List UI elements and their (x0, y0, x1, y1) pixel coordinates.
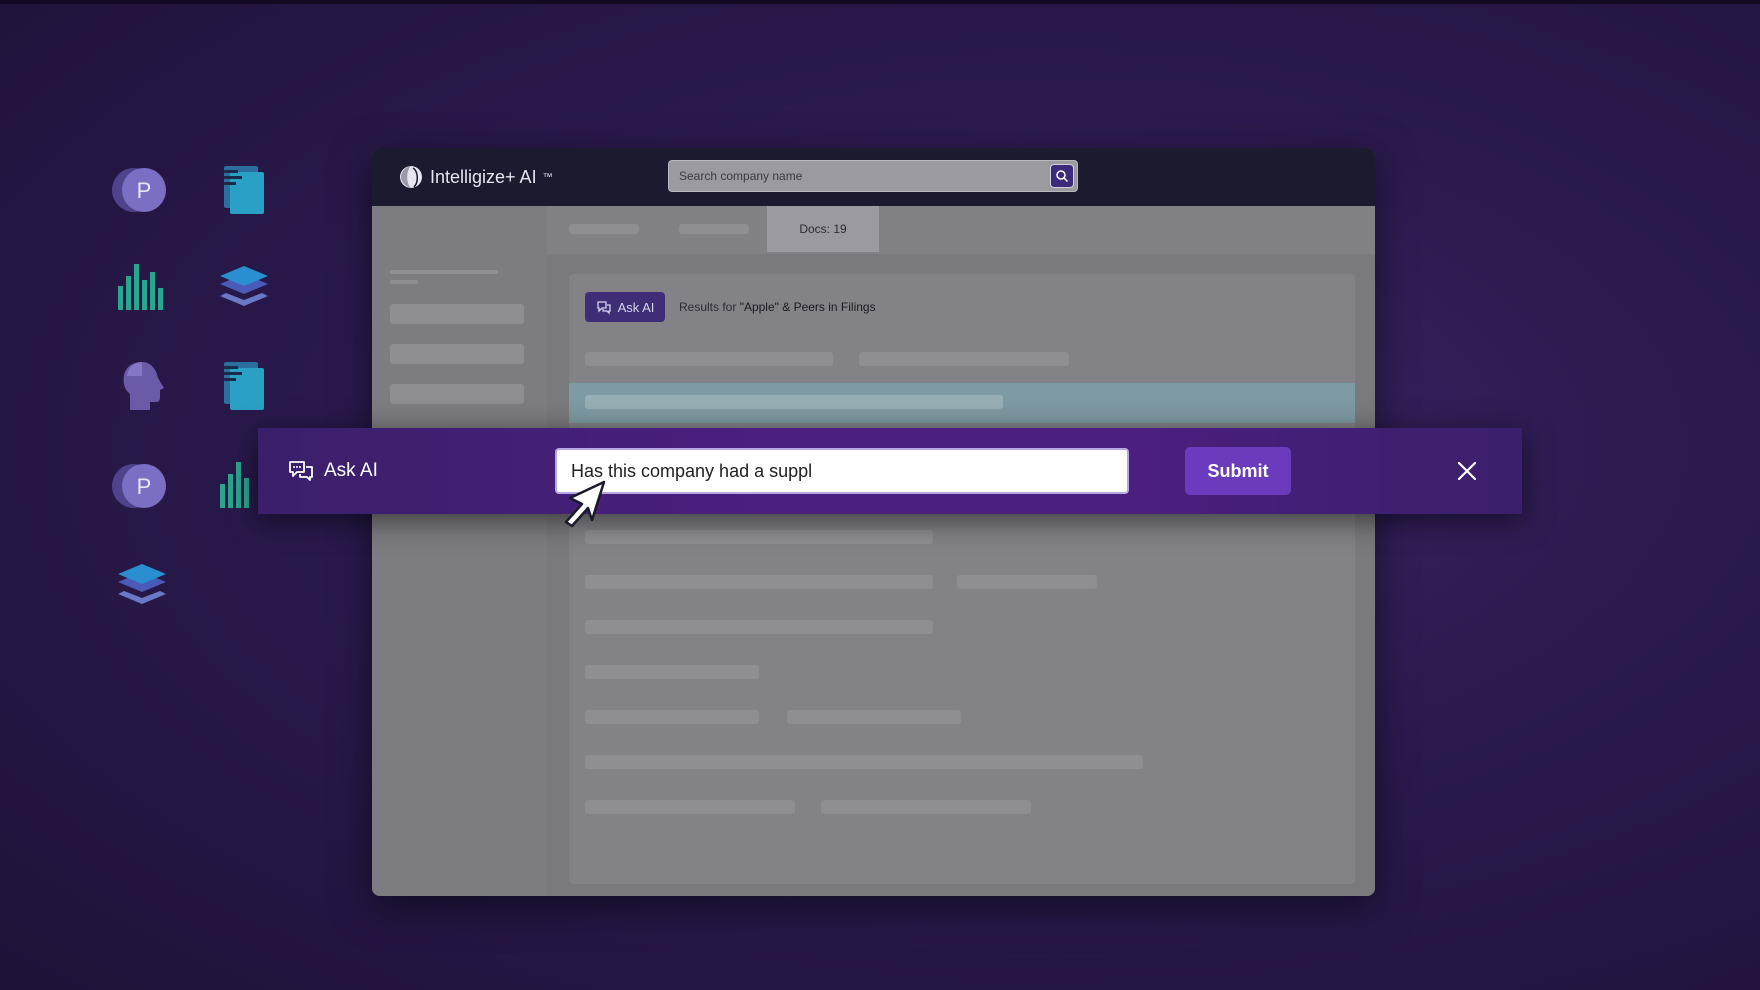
skeleton-line (585, 755, 1143, 769)
skeleton-item (390, 304, 524, 324)
skeleton-item (390, 344, 524, 364)
skeleton-line (585, 395, 1003, 409)
bar-chart-icon (112, 258, 172, 318)
results-heading: Results for "Apple" & Peers in Filings (679, 300, 876, 314)
p-circle-icon: P (110, 160, 170, 220)
main-content: Docs: 19 Ask AI Results for "Apple" & Pe… (547, 206, 1375, 896)
mouse-cursor-icon (560, 478, 610, 528)
search-input[interactable]: Search company name (679, 169, 802, 183)
brand[interactable]: Intelligize+ AI ™ (398, 164, 553, 190)
skeleton-line (585, 530, 933, 544)
skeleton-line (585, 620, 933, 634)
skeleton-line (585, 800, 795, 814)
highlighted-result-row[interactable] (569, 383, 1355, 423)
ask-ai-button[interactable]: Ask AI (585, 292, 665, 322)
document-icon-2 (214, 356, 274, 416)
search-icon (1056, 170, 1069, 183)
app-header: Intelligize+ AI ™ Search company name (372, 148, 1375, 206)
brand-logo-icon (400, 166, 422, 188)
p-circle-icon-2: P (110, 456, 170, 516)
tab-docs[interactable]: Docs: 19 (767, 206, 879, 252)
search-button[interactable] (1050, 164, 1074, 188)
results-card: Ask AI Results for "Apple" & Peers in Fi… (569, 274, 1355, 884)
head-profile-icon (112, 356, 172, 416)
ask-ai-question-input[interactable] (555, 448, 1129, 494)
layers-icon (214, 258, 274, 318)
ask-ai-bar: Ask AI Submit (258, 428, 1522, 514)
brand-trademark: ™ (542, 171, 553, 183)
sidebar (372, 206, 547, 896)
skeleton-tab (569, 224, 639, 234)
ask-ai-bar-title: Ask AI (288, 458, 378, 484)
tab-docs-label: Docs: 19 (799, 222, 847, 236)
chat-icon (596, 301, 611, 315)
skeleton-tab (679, 224, 749, 234)
document-icon (214, 160, 274, 220)
close-button[interactable] (1452, 456, 1482, 486)
skeleton-item (390, 384, 524, 404)
skeleton-line (390, 280, 418, 284)
app-window: Intelligize+ AI ™ Search company name Do… (372, 148, 1375, 896)
skeleton-line (957, 575, 1097, 589)
close-icon (1457, 461, 1477, 481)
top-edge (0, 0, 1760, 4)
layers-icon-2 (112, 556, 172, 616)
skeleton-line (585, 575, 933, 589)
company-search[interactable]: Search company name (668, 160, 1078, 192)
chat-icon (289, 461, 313, 481)
submit-button[interactable]: Submit (1185, 447, 1291, 495)
results-prefix: Results for (679, 300, 740, 314)
svg-text:P: P (137, 178, 152, 203)
skeleton-line (821, 800, 1031, 814)
skeleton-line (585, 665, 759, 679)
results-suffix: & Peers in Filings (778, 300, 876, 314)
results-query: "Apple" (739, 300, 779, 314)
svg-text:P: P (137, 474, 152, 499)
skeleton-line (585, 710, 759, 724)
skeleton-line (859, 352, 1069, 366)
ask-ai-bar-label: Ask AI (324, 460, 378, 481)
skeleton-line (585, 352, 833, 366)
skeleton-line (787, 710, 961, 724)
tab-bar: Docs: 19 (547, 206, 1375, 254)
brand-name: Intelligize+ AI (430, 166, 537, 187)
skeleton-line (390, 270, 498, 274)
ask-ai-button-label: Ask AI (617, 299, 655, 315)
